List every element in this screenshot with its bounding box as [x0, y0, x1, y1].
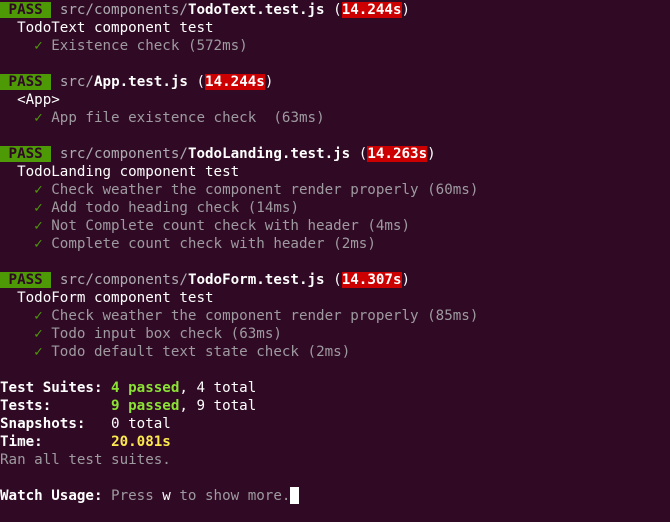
check-icon: ✓ [34, 218, 43, 234]
watch-usage-pre: Press [102, 488, 163, 504]
test-result-row: ✓ App file existence check (63ms) [0, 109, 670, 127]
result-header: PASS src/components/TodoForm.test.js (14… [0, 271, 670, 289]
test-file-dir: src/components/ [59, 272, 188, 288]
test-name: App file existence check [51, 110, 265, 126]
snapshots-value: 0 total [111, 416, 171, 432]
test-name: Check weather the component render prope… [51, 308, 419, 324]
watch-usage-post: to show more. [170, 488, 291, 504]
test-duration: (63ms) [230, 326, 282, 342]
test-file-dir: src/components/ [59, 2, 188, 18]
test-result-row: ✓ Todo default text state check (2ms) [0, 343, 670, 361]
test-name: Todo default text state check [51, 344, 299, 360]
suite-title: TodoForm component test [17, 290, 214, 306]
pass-badge: PASS [0, 146, 52, 162]
result-header: PASS src/components/TodoLanding.test.js … [0, 145, 670, 163]
test-duration: (63ms) [273, 110, 325, 126]
slow-time-badge: 14.244s [341, 2, 402, 18]
terminal-window[interactable]: PASS src/components/TodoText.test.js (14… [0, 0, 670, 522]
slow-time-badge: 14.263s [367, 146, 428, 162]
test-name: Add todo heading check [51, 200, 240, 216]
suites-total: , 4 total [179, 380, 257, 396]
summary-label: Snapshots: [0, 416, 86, 432]
ran-all-message: Ran all test suites. [0, 452, 171, 468]
summary-time: Time: 20.081s [0, 433, 670, 451]
test-duration: (572ms) [187, 38, 248, 54]
slow-time-badge: 14.244s [205, 74, 265, 90]
test-name: Complete count check with header [51, 236, 325, 252]
pass-badge: PASS [0, 2, 52, 18]
check-icon: ✓ [34, 200, 43, 216]
test-file-name: App.test.js [93, 74, 188, 90]
test-duration: (4ms) [367, 218, 411, 234]
result-header: PASS src/App.test.js (14.244s) [0, 73, 670, 91]
test-duration: (14ms) [247, 200, 299, 216]
test-name: Todo input box check [51, 326, 223, 342]
slow-time-badge: 14.307s [341, 272, 402, 288]
test-file-name: TodoForm.test.js [187, 272, 325, 288]
time-value: 20.081s [111, 434, 171, 450]
summary-tests: Tests: 9 passed, 9 total [0, 397, 670, 415]
test-result-row: ✓ Complete count check with header (2ms) [0, 235, 670, 253]
test-file-dir: src/ [59, 74, 94, 90]
watch-usage-label: Watch Usage: [0, 488, 103, 504]
pass-badge: PASS [0, 272, 52, 288]
tests-passed: 9 passed [111, 398, 180, 414]
test-duration: (60ms) [427, 182, 479, 198]
check-icon: ✓ [34, 38, 43, 54]
test-result-row: ✓ Todo input box check (63ms) [0, 325, 670, 343]
test-result-row: ✓ Not Complete count check with header (… [0, 217, 670, 235]
summary-label: Time: [0, 434, 43, 450]
test-result-row: ✓ Check weather the component render pro… [0, 307, 670, 325]
suite-title: <App> [17, 92, 60, 108]
summary-snapshots: Snapshots: 0 total [0, 415, 670, 433]
terminal-cursor [290, 487, 300, 504]
test-name: Existence check [51, 38, 180, 54]
check-icon: ✓ [34, 182, 43, 198]
summary-label: Tests: [0, 398, 52, 414]
test-result-row: ✓ Check weather the component render pro… [0, 181, 670, 199]
watch-usage-key[interactable]: w [162, 488, 171, 504]
pass-badge: PASS [0, 74, 52, 90]
watch-usage-prompt[interactable]: Watch Usage: Press w to show more. [0, 487, 670, 505]
check-icon: ✓ [34, 344, 43, 360]
test-file-name: TodoLanding.test.js [187, 146, 351, 162]
test-result-row: ✓ Existence check (572ms) [0, 37, 670, 55]
test-duration: (2ms) [333, 236, 376, 252]
summary-label: Test Suites: [0, 380, 103, 396]
test-name: Not Complete count check with header [51, 218, 359, 234]
check-icon: ✓ [34, 236, 43, 252]
test-result-row: ✓ Add todo heading check (14ms) [0, 199, 670, 217]
check-icon: ✓ [34, 308, 43, 324]
suite-title: TodoText component test [17, 20, 214, 36]
suite-title: TodoLanding component test [17, 164, 240, 180]
tests-total: , 9 total [179, 398, 257, 414]
check-icon: ✓ [34, 110, 43, 126]
test-name: Check weather the component render prope… [51, 182, 419, 198]
summary-test-suites: Test Suites: 4 passed, 4 total [0, 379, 670, 397]
result-header: PASS src/components/TodoText.test.js (14… [0, 1, 670, 19]
check-icon: ✓ [34, 326, 43, 342]
test-file-name: TodoText.test.js [187, 2, 325, 18]
test-duration: (85ms) [427, 308, 479, 324]
test-duration: (2ms) [307, 344, 351, 360]
test-file-dir: src/components/ [59, 146, 188, 162]
suites-passed: 4 passed [111, 380, 180, 396]
